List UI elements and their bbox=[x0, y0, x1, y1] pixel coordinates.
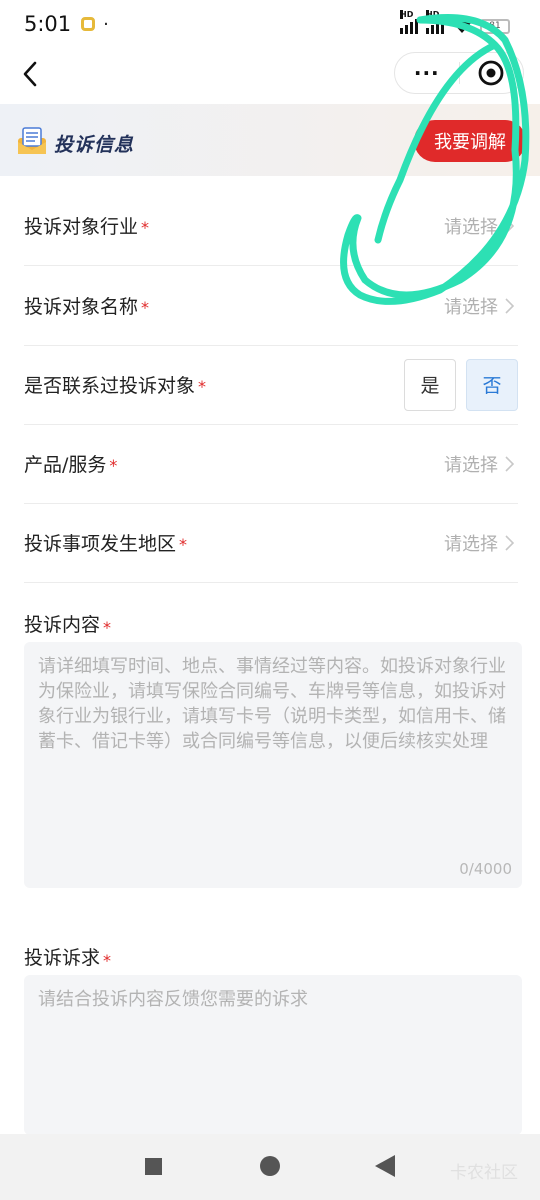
battery-icon: 81 bbox=[480, 19, 510, 34]
row-region-value: 请选择 bbox=[444, 533, 498, 555]
more-icon: ··· bbox=[413, 61, 440, 85]
status-bar: 5:01 · HD HD 81 bbox=[0, 0, 540, 48]
section-title: 投诉信息 bbox=[54, 134, 135, 156]
chevron-right-icon bbox=[505, 534, 515, 551]
signal-hd-2-icon: HD bbox=[426, 10, 444, 34]
content-textarea[interactable]: 请详细填写时间、地点、事情经过等内容。如投诉对象行业为保险业，请填写保险合同编号… bbox=[24, 642, 522, 888]
system-back-button[interactable] bbox=[375, 1155, 395, 1177]
close-miniprogram-button[interactable] bbox=[460, 53, 524, 93]
demand-label: 投诉诉求 * bbox=[24, 943, 111, 970]
required-star: * bbox=[109, 456, 118, 475]
row-name[interactable]: 投诉对象名称 * 请选择 bbox=[24, 266, 518, 346]
row-region-label: 投诉事项发生地区 bbox=[24, 533, 177, 555]
chevron-right-icon bbox=[505, 297, 515, 314]
content-counter: 0/4000 bbox=[459, 860, 512, 878]
row-region[interactable]: 投诉事项发生地区 * 请选择 bbox=[24, 503, 518, 583]
content-label-text: 投诉内容 bbox=[24, 614, 101, 636]
battery-level: 81 bbox=[489, 21, 501, 31]
content-placeholder: 请详细填写时间、地点、事情经过等内容。如投诉对象行业为保险业，请填写保险合同编号… bbox=[38, 656, 506, 752]
mini-program-capsule: ··· bbox=[394, 52, 524, 94]
wifi-icon bbox=[453, 19, 471, 33]
home-button[interactable] bbox=[260, 1156, 280, 1176]
contacted-toggle-group: 是 否 bbox=[404, 358, 518, 411]
system-nav-bar: 卡农社区 bbox=[0, 1134, 540, 1200]
demand-placeholder: 请结合投诉内容反馈您需要的诉求 bbox=[38, 989, 308, 1010]
row-contacted-label: 是否联系过投诉对象 bbox=[24, 375, 196, 397]
target-close-icon bbox=[478, 60, 504, 86]
complaint-envelope-icon bbox=[18, 127, 46, 154]
required-star: * bbox=[141, 218, 150, 237]
row-product-label: 产品/服务 bbox=[24, 454, 107, 476]
signal-hd-1-icon: HD bbox=[400, 10, 418, 34]
status-time: 5:01 bbox=[24, 12, 72, 36]
required-star: * bbox=[141, 298, 150, 317]
section-header: 投诉信息 我要调解 bbox=[0, 104, 540, 176]
chevron-left-icon bbox=[23, 61, 37, 87]
row-name-value: 请选择 bbox=[444, 296, 498, 318]
row-product[interactable]: 产品/服务 * 请选择 bbox=[24, 424, 518, 504]
required-star: * bbox=[103, 618, 112, 637]
status-extra-dot: · bbox=[103, 13, 109, 35]
signal-hd-1-label: HD bbox=[400, 10, 414, 19]
demand-textarea[interactable]: 请结合投诉内容反馈您需要的诉求 bbox=[24, 975, 522, 1135]
row-contacted: 是否联系过投诉对象 * 是 否 bbox=[24, 345, 518, 425]
required-star: * bbox=[179, 535, 188, 554]
required-star: * bbox=[103, 951, 112, 970]
row-industry-label: 投诉对象行业 bbox=[24, 216, 139, 238]
back-button[interactable] bbox=[16, 56, 44, 92]
row-name-label: 投诉对象名称 bbox=[24, 296, 139, 318]
recent-apps-button[interactable] bbox=[145, 1158, 162, 1175]
chevron-right-icon bbox=[505, 455, 515, 472]
content-label: 投诉内容 * bbox=[24, 610, 111, 637]
status-right: HD HD 81 bbox=[400, 10, 510, 34]
required-star: * bbox=[198, 377, 207, 396]
mediate-button[interactable]: 我要调解 bbox=[414, 120, 526, 162]
more-button[interactable]: ··· bbox=[395, 53, 459, 93]
demand-label-text: 投诉诉求 bbox=[24, 947, 101, 969]
contacted-yes-button[interactable]: 是 bbox=[404, 358, 456, 411]
row-industry-value: 请选择 bbox=[444, 216, 498, 238]
watermark-text: 卡农社区 bbox=[450, 1163, 518, 1183]
row-industry[interactable]: 投诉对象行业 * 请选择 bbox=[24, 186, 518, 266]
contacted-no-button[interactable]: 否 bbox=[466, 358, 518, 411]
signal-hd-2-label: HD bbox=[426, 10, 440, 19]
row-product-value: 请选择 bbox=[444, 454, 498, 476]
notification-icon bbox=[81, 17, 96, 31]
nav-bar: ··· bbox=[0, 48, 540, 104]
chevron-right-icon bbox=[505, 217, 515, 234]
